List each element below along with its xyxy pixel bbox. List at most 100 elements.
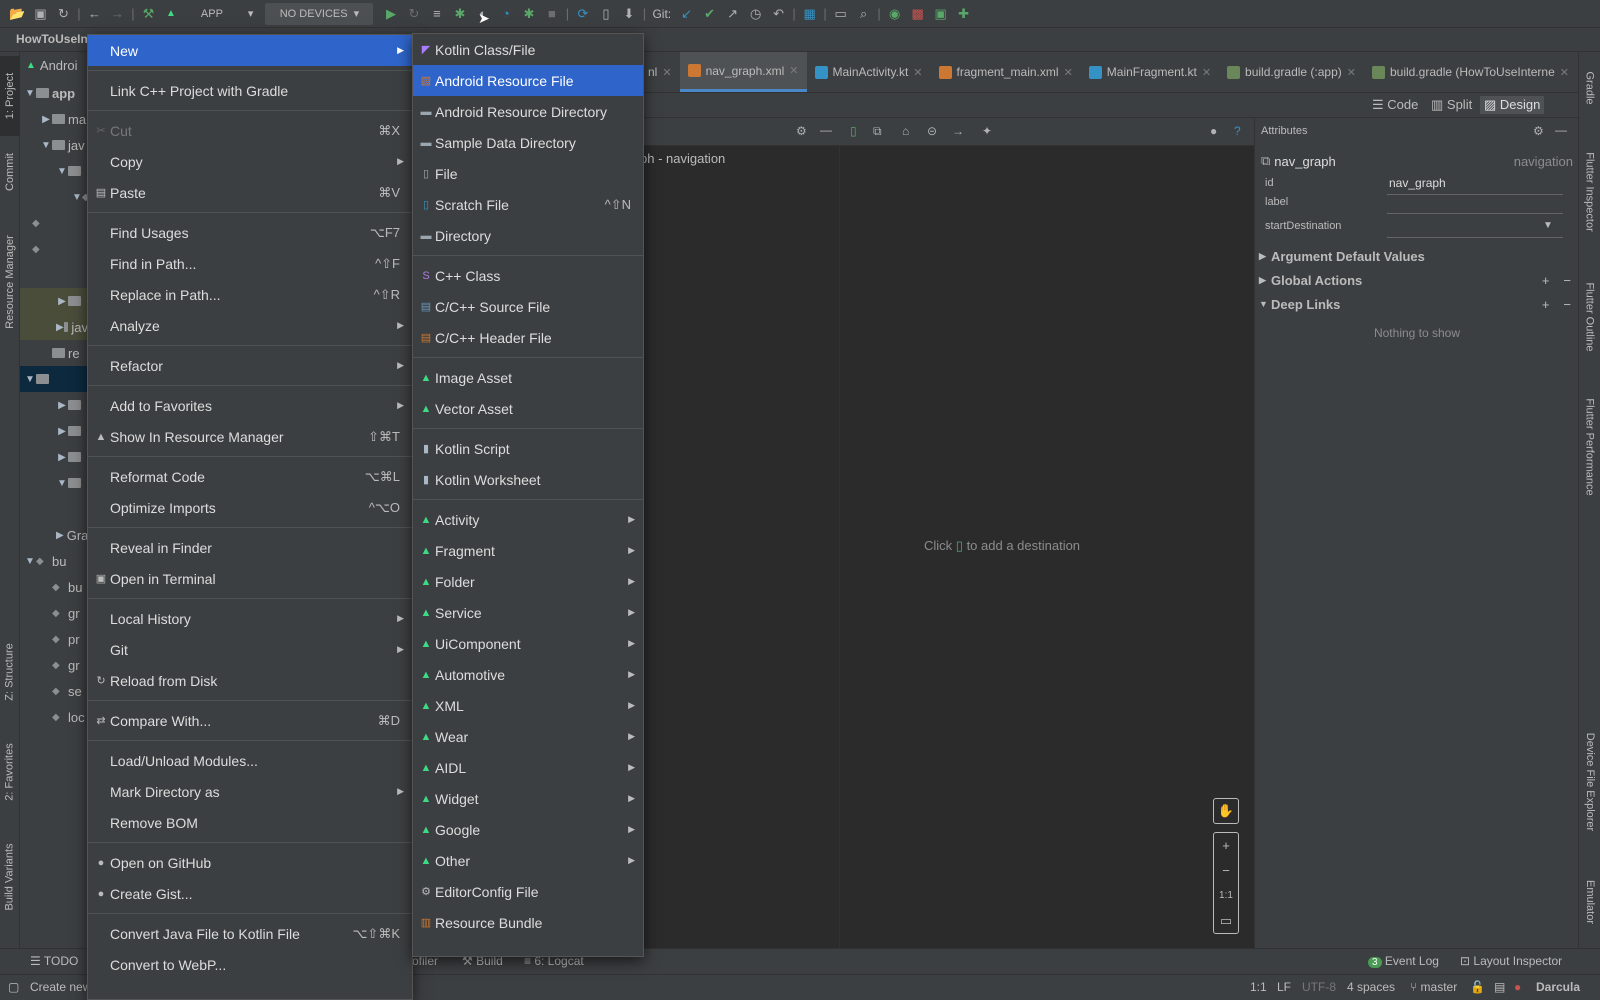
new-resource-bundle[interactable]: ▥ Resource Bundle <box>413 907 643 938</box>
back-icon[interactable]: ← <box>83 3 106 25</box>
collapsed-arrow-icon[interactable]: ▶ <box>40 114 52 125</box>
tab-build-gradle-app[interactable]: build.gradle (:app) ✕ <box>1219 52 1364 92</box>
caret-position[interactable]: 1:1 <box>1250 980 1267 994</box>
new-android-resource-file[interactable]: ▧ Android Resource File <box>413 65 643 96</box>
terminal-icon[interactable]: ▭ <box>829 3 852 25</box>
tab-project[interactable]: 1: Project <box>0 56 20 136</box>
sdk-manager-icon[interactable]: ⬇ <box>617 3 640 25</box>
section-deep-links[interactable]: ▼ Deep Links + − <box>1259 293 1573 315</box>
assistant-icon[interactable]: ◉ <box>883 3 906 25</box>
new-activity[interactable]: ▲ Activity ▶ <box>413 504 643 535</box>
tab-resource-manager[interactable]: Resource Manager <box>0 222 20 342</box>
pan-hand-icon[interactable]: ✋ <box>1213 798 1239 824</box>
sync-icon[interactable]: ↻ <box>52 3 75 25</box>
tab-structure[interactable]: Z: Structure <box>0 632 20 712</box>
tree-row[interactable]: ◆ bu <box>20 574 88 600</box>
tab-gradle[interactable]: Gradle <box>1579 58 1600 118</box>
collapsed-arrow-icon[interactable]: ▶ <box>56 400 68 411</box>
attribute-value-field[interactable] <box>1387 217 1563 238</box>
tab-fragment-main-xml[interactable]: fragment_main.xml ✕ <box>931 52 1081 92</box>
git-rollback-icon[interactable]: ↶ <box>767 3 790 25</box>
host-destination[interactable]: ph - navigation <box>640 151 725 166</box>
menu-item-new[interactable]: New ▶ <box>88 35 412 66</box>
menu-item-compare-with[interactable]: ⇄ Compare With... ⌘D <box>88 705 412 736</box>
close-icon[interactable]: ✕ <box>662 66 671 79</box>
menu-item-remove-bom[interactable]: Remove BOM <box>88 807 412 838</box>
tab-nav-graph-xml[interactable]: nav_graph.xml ✕ <box>679 52 807 92</box>
menu-item-open-on-github[interactable]: ● Open on GitHub <box>88 847 412 878</box>
nested-graph-icon[interactable]: ⧉ <box>873 124 882 139</box>
tab-device-file-explorer[interactable]: Device File Explorer <box>1579 717 1600 847</box>
todo-tab[interactable]: ☰ TODO <box>30 954 78 968</box>
expanded-arrow-icon[interactable]: ▼ <box>24 556 36 567</box>
tree-row[interactable]: ▼ app <box>20 80 88 106</box>
lock-icon[interactable]: 🔓 <box>1470 980 1485 994</box>
new-file[interactable]: ▯ File <box>413 158 643 189</box>
zoom-in-icon[interactable]: + <box>1214 833 1238 858</box>
stop-icon[interactable]: ■ <box>540 3 563 25</box>
tree-row[interactable]: ◆ <box>20 236 88 262</box>
save-all-icon[interactable]: ▣ <box>29 3 52 25</box>
attribute-value-field[interactable]: nav_graph <box>1387 174 1563 195</box>
menu-item-mark-directory-as[interactable]: Mark Directory as ▶ <box>88 776 412 807</box>
menu-item-cut[interactable]: ✂ Cut ⌘X <box>88 115 412 146</box>
project-structure-icon[interactable]: ▦ <box>798 3 821 25</box>
new-xml[interactable]: ▲ XML ▶ <box>413 690 643 721</box>
memory-icon[interactable]: ▤ <box>1494 980 1505 994</box>
project-breadcrumb[interactable]: HowToUseIn <box>16 32 88 46</box>
expanded-arrow-icon[interactable]: ▼ <box>72 192 82 203</box>
gear-icon[interactable]: ⚙ <box>796 124 807 138</box>
collapsed-arrow-icon[interactable]: ▶ <box>1259 275 1271 286</box>
tree-row[interactable]: ◆ loc <box>20 704 88 730</box>
new-c-c-source-file[interactable]: ▤ C/C++ Source File <box>413 291 643 322</box>
new-destination-icon[interactable]: ▯ <box>850 124 857 138</box>
new-kotlin-worksheet[interactable]: ▮ Kotlin Worksheet <box>413 464 643 495</box>
tree-row[interactable]: ▶ ma <box>20 106 88 132</box>
line-separator[interactable]: LF <box>1277 980 1291 994</box>
design-mode-button[interactable]: ▨ Design <box>1480 96 1545 114</box>
collapsed-arrow-icon[interactable]: ▶ <box>56 426 68 437</box>
new-android-resource-directory[interactable]: ▬ Android Resource Directory <box>413 96 643 127</box>
menu-item-link-c-project-with-gradle[interactable]: Link C++ Project with Gradle <box>88 75 412 106</box>
open-folder-icon[interactable]: 📂 <box>6 3 29 25</box>
remove-icon[interactable]: − <box>1563 273 1571 288</box>
menu-item-refactor[interactable]: Refactor ▶ <box>88 350 412 381</box>
collapsed-arrow-icon[interactable]: ▶ <box>56 322 64 333</box>
tab-build-gradle-howtouseinterne[interactable]: build.gradle (HowToUseInterne ✕ <box>1364 52 1577 92</box>
new-service[interactable]: ▲ Service ▶ <box>413 597 643 628</box>
new-c-class[interactable]: S C++ Class <box>413 260 643 291</box>
run-icon[interactable]: ▶ <box>379 3 402 25</box>
gear-icon[interactable]: ⚙ <box>1533 124 1544 138</box>
action-arrow-icon[interactable]: → <box>952 124 964 138</box>
indent-setting[interactable]: 4 spaces <box>1347 980 1395 994</box>
section-global-actions[interactable]: ▶ Global Actions + − <box>1259 269 1573 291</box>
tree-row[interactable]: ▼ jav <box>20 132 88 158</box>
tree-row[interactable]: ▶ <box>20 418 88 444</box>
menu-item-analyze[interactable]: Analyze ▶ <box>88 310 412 341</box>
make-project-hammer-icon[interactable]: ⚒ <box>137 3 160 25</box>
tree-row[interactable]: ▶ <box>20 392 88 418</box>
tree-row[interactable]: ▶ jav <box>20 314 88 340</box>
new-vector-asset[interactable]: ▲ Vector Asset <box>413 393 643 424</box>
search-everywhere-icon[interactable]: ⌕ <box>852 3 875 25</box>
event-log-tab[interactable]: 3 Event Log <box>1368 954 1439 968</box>
project-view-header[interactable]: ▲ Androi <box>20 52 88 78</box>
tree-row[interactable]: ▼ ◆ <box>20 184 88 210</box>
collapsed-arrow-icon[interactable]: ▶ <box>56 296 68 307</box>
tab-commit[interactable]: Commit <box>0 142 20 202</box>
layout-inspector-tab[interactable]: ⊡ Layout Inspector <box>1460 954 1562 968</box>
close-icon[interactable]: ✕ <box>1560 66 1569 79</box>
git-branch[interactable]: ⑂ master <box>1410 980 1457 994</box>
tab-mainactivity-kt[interactable]: MainActivity.kt ✕ <box>807 52 931 92</box>
menu-item-convert-to-webp[interactable]: Convert to WebP... <box>88 949 412 980</box>
tree-row[interactable]: ◆ <box>20 210 88 236</box>
collapsed-arrow-icon[interactable]: ▶ <box>56 530 64 541</box>
plugin-icon[interactable]: ✚ <box>952 3 975 25</box>
gradle-sync-icon[interactable]: ⟳ <box>571 3 594 25</box>
menu-item-find-in-path[interactable]: Find in Path... ^⇧F <box>88 248 412 279</box>
tab-mainfragment-kt[interactable]: MainFragment.kt ✕ <box>1081 52 1219 92</box>
panel-toggle-icon[interactable]: ▢ <box>8 980 19 994</box>
tree-row[interactable]: re <box>20 340 88 366</box>
debug-icon[interactable]: ✱ <box>448 3 471 25</box>
menu-item-show-in-resource-manager[interactable]: ▲ Show In Resource Manager ⇧⌘T <box>88 421 412 452</box>
